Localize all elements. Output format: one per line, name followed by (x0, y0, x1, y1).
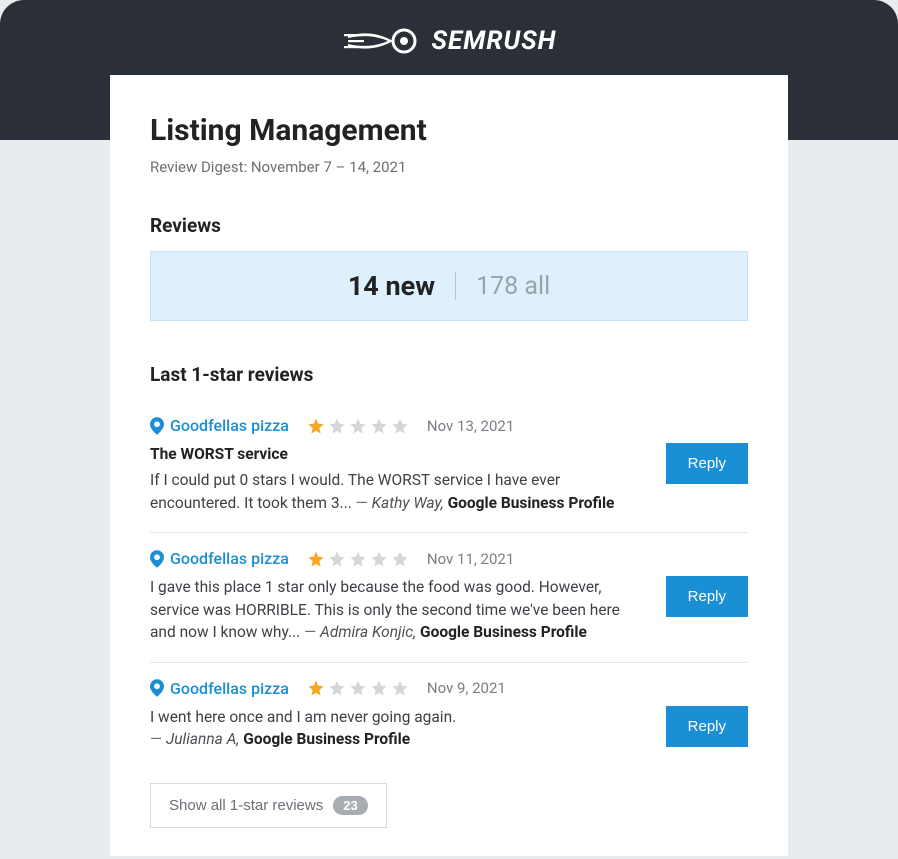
star-icon (349, 550, 367, 568)
page-subtitle: Review Digest: November 7 – 14, 2021 (150, 158, 748, 176)
star-rating (307, 550, 409, 568)
star-icon (307, 679, 325, 697)
reviews-list: Goodfellas pizza Nov 13, 2021 The WORST se… (150, 400, 748, 769)
reviewer-name: Kathy Way, (372, 494, 444, 512)
reviewer-name: Julianna A, (166, 730, 239, 748)
show-all-count-badge: 23 (333, 796, 367, 815)
attribution-dash: — (150, 730, 166, 748)
business-link[interactable]: Goodfellas pizza (150, 549, 289, 568)
review-date: Nov 9, 2021 (427, 679, 506, 697)
reviewer-name: Admira Konjic, (320, 623, 416, 641)
star-icon (370, 550, 388, 568)
app-frame: SEMRUSH Listing Management Review Digest… (0, 0, 898, 859)
business-name: Goodfellas pizza (170, 549, 289, 568)
review-body-row: The WORST serviceIf I could put 0 stars … (150, 443, 748, 514)
review-item: Goodfellas pizza Nov 13, 2021 The WORST se… (150, 400, 748, 533)
review-item: Goodfellas pizza Nov 9, 2021 I went here o… (150, 663, 748, 769)
reviews-heading: Reviews (150, 214, 748, 237)
review-source: Google Business Profile (420, 623, 587, 641)
content-card: Listing Management Review Digest: Novemb… (110, 75, 788, 856)
star-icon (391, 550, 409, 568)
star-icon (328, 550, 346, 568)
brand-logo: SEMRUSH (342, 24, 557, 58)
business-name: Goodfellas pizza (170, 416, 289, 435)
review-text: I went here once and I am never going ag… (150, 706, 646, 751)
stat-divider (455, 272, 456, 300)
attribution-dash: — (300, 623, 320, 641)
review-date: Nov 11, 2021 (427, 550, 514, 568)
location-pin-icon (150, 679, 164, 697)
review-header: Goodfellas pizza Nov 11, 2021 (150, 549, 748, 568)
business-link[interactable]: Goodfellas pizza (150, 679, 289, 698)
reviews-stats: 14 new 178 all (150, 251, 748, 321)
review-item: Goodfellas pizza Nov 11, 2021 I gave this … (150, 533, 748, 662)
show-all-label: Show all 1-star reviews (169, 797, 323, 814)
star-icon (370, 417, 388, 435)
reply-button[interactable]: Reply (666, 576, 748, 617)
review-date: Nov 13, 2021 (427, 417, 514, 435)
attribution-dash: — (352, 494, 372, 512)
stat-new-reviews: 14 new (348, 270, 435, 302)
star-icon (328, 417, 346, 435)
review-body-row: I went here once and I am never going ag… (150, 706, 748, 751)
review-body: I went here once and I am never going ag… (150, 708, 456, 726)
brand-name: SEMRUSH (432, 26, 557, 56)
star-icon (307, 550, 325, 568)
review-title: The WORST service (150, 443, 646, 465)
star-rating (307, 679, 409, 697)
review-text: I gave this place 1 star only because th… (150, 576, 646, 643)
stat-all-reviews: 178 all (476, 272, 550, 301)
star-icon (307, 417, 325, 435)
page-title: Listing Management (150, 113, 748, 148)
business-link[interactable]: Goodfellas pizza (150, 416, 289, 435)
review-body-row: I gave this place 1 star only because th… (150, 576, 748, 643)
reply-button[interactable]: Reply (666, 706, 748, 747)
review-source: Google Business Profile (243, 730, 410, 748)
review-header: Goodfellas pizza Nov 9, 2021 (150, 679, 748, 698)
review-header: Goodfellas pizza Nov 13, 2021 (150, 416, 748, 435)
star-icon (328, 679, 346, 697)
flame-icon (342, 27, 422, 55)
business-name: Goodfellas pizza (170, 679, 289, 698)
review-text: The WORST serviceIf I could put 0 stars … (150, 443, 646, 514)
star-rating (307, 417, 409, 435)
star-icon (349, 417, 367, 435)
location-pin-icon (150, 550, 164, 568)
location-pin-icon (150, 417, 164, 435)
star-icon (370, 679, 388, 697)
show-all-reviews-button[interactable]: Show all 1-star reviews 23 (150, 783, 387, 828)
star-icon (391, 417, 409, 435)
last-reviews-heading: Last 1-star reviews (150, 363, 748, 386)
star-icon (349, 679, 367, 697)
review-source: Google Business Profile (448, 494, 615, 512)
reply-button[interactable]: Reply (666, 443, 748, 484)
star-icon (391, 679, 409, 697)
